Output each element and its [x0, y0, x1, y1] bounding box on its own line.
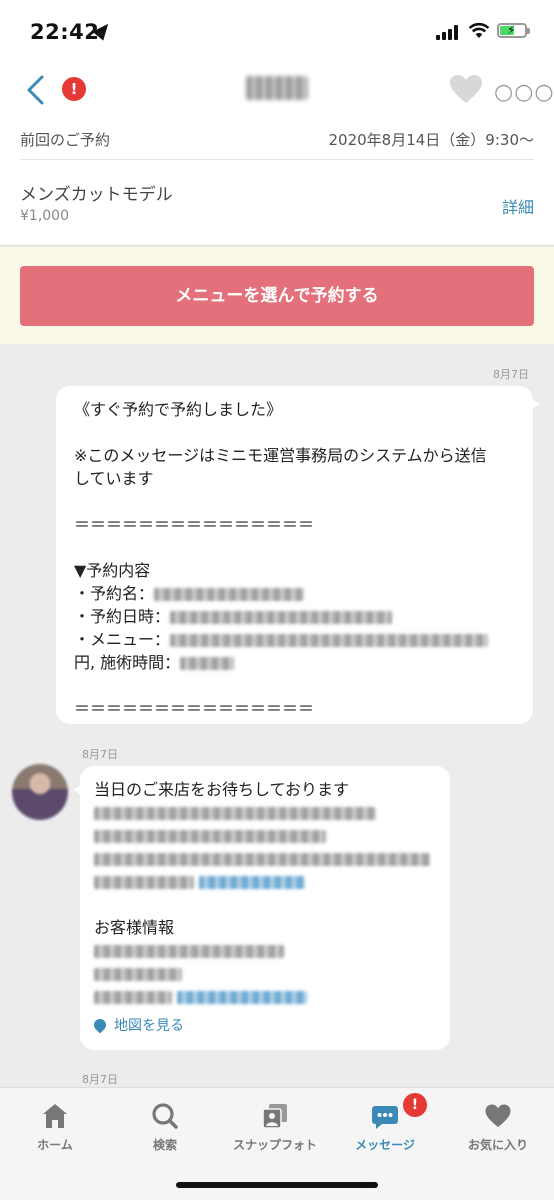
wifi-icon	[468, 22, 490, 38]
redacted-link[interactable]	[177, 991, 308, 1004]
menu-name: メンズカットモデル	[20, 185, 173, 205]
tab-label: スナップフォト	[232, 1138, 317, 1152]
tab-label: ホーム	[37, 1138, 73, 1152]
redacted-text	[154, 588, 305, 601]
redacted-line	[94, 939, 436, 962]
message-line: ※このメッセージはミニモ運営事務局のシステムから送信	[74, 446, 487, 465]
book-menu-button[interactable]: メニューを選んで予約する	[20, 266, 534, 326]
map-link[interactable]: 地図を見る	[91, 1015, 184, 1038]
tab-favorites[interactable]: お気に入り	[443, 1088, 553, 1168]
redacted-text	[170, 611, 393, 624]
redacted-line	[94, 847, 436, 870]
outgoing-message: 《すぐ予約で予約しました》 ※このメッセージはミニモ運営事務局のシステムから送信…	[56, 386, 540, 724]
incoming-message: 当日のご来店をお待ちしております お客様情報 地図を見る	[73, 766, 450, 1050]
blurred-name	[246, 76, 308, 100]
reservation-date: 2020年8月14日（金）9:30〜	[328, 131, 535, 149]
reservation-row: 前回のご予約 2020年8月14日（金）9:30〜	[20, 118, 534, 160]
message-line: しています	[74, 469, 154, 488]
heart-icon	[485, 1104, 511, 1127]
message-date: 8月7日	[82, 1073, 118, 1086]
redacted-line	[94, 870, 436, 893]
messages-alert-badge: !	[403, 1093, 427, 1117]
treatment-time-line: 円, 施術時間：	[74, 651, 515, 674]
message-line: 《すぐ予約で予約しました》	[74, 400, 283, 419]
message-icon	[372, 1106, 398, 1129]
reservation-label: 前回のご予約	[20, 131, 111, 149]
message-date: 8月7日	[82, 748, 118, 761]
cta-area: メニューを選んで予約する	[0, 247, 554, 344]
favorite-heart-icon[interactable]	[449, 74, 483, 104]
map-pin-icon	[91, 1016, 109, 1034]
detail-link[interactable]: 詳細	[502, 194, 534, 218]
redacted-text	[170, 634, 489, 647]
battery-icon: ⚡	[497, 23, 530, 38]
tab-snap-photo[interactable]: スナップフォト	[220, 1088, 330, 1168]
divider-text: ＝＝＝＝＝＝＝＝＝＝＝＝＝＝＝	[74, 515, 315, 534]
previous-reservation-card: 前回のご予約 2020年8月14日（金）9:30〜 メンズカットモデル ¥1,0…	[0, 118, 554, 246]
home-indicator	[176, 1182, 378, 1188]
redacted-line	[94, 985, 436, 1008]
divider-text: ＝＝＝＝＝＝＝＝＝＝＝＝＝＝＝	[74, 699, 315, 718]
message-date: 8月7日	[493, 368, 529, 381]
section-heading: ▼予約内容	[74, 561, 151, 580]
reservation-menu-line: ・メニュー：	[74, 628, 515, 651]
redacted-text	[180, 657, 235, 670]
status-time: 22:42	[30, 20, 100, 44]
tab-label: 検索	[152, 1138, 177, 1152]
tab-label: お気に入り	[467, 1138, 528, 1152]
chat-header: ! ○○○	[0, 60, 554, 118]
guest-info-heading: お客様情報	[94, 918, 175, 937]
menu-price: ¥1,000	[20, 208, 69, 224]
redacted-line	[94, 801, 436, 824]
photo-icon	[262, 1104, 287, 1129]
reservation-name-line: ・予約名：	[74, 582, 515, 605]
tab-home[interactable]: ホーム	[0, 1088, 110, 1168]
redacted-line	[94, 824, 436, 847]
status-bar: 22:42 ⚡	[0, 0, 554, 60]
signal-icon	[436, 24, 462, 40]
redacted-line	[94, 962, 436, 985]
salon-avatar[interactable]	[12, 764, 68, 820]
more-options-icon[interactable]: ○○○	[494, 80, 554, 105]
home-icon	[43, 1104, 67, 1128]
message-line: 当日のご来店をお待ちしております	[94, 780, 350, 799]
tab-label: メッセージ	[355, 1138, 415, 1152]
reservation-date-line: ・予約日時：	[74, 605, 515, 628]
tab-search[interactable]: 検索	[110, 1088, 220, 1168]
redacted-link[interactable]	[199, 876, 306, 889]
search-icon	[152, 1103, 178, 1129]
